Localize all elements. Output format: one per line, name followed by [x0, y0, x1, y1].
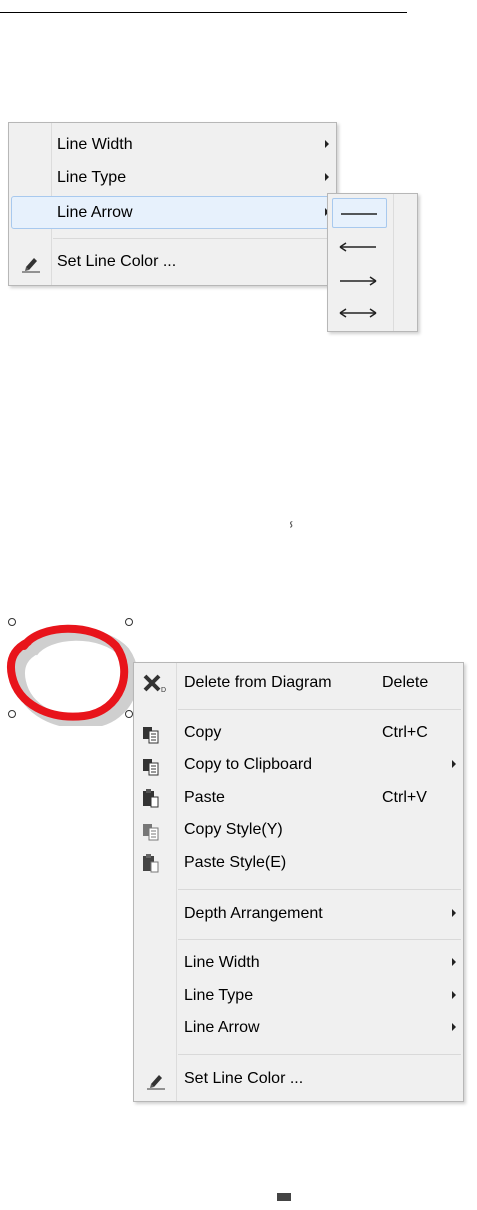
submenu-arrow-icon: [452, 958, 456, 966]
menu-item-copy[interactable]: Copy Ctrl+C: [136, 717, 461, 748]
delete-icon: D: [142, 673, 168, 704]
menu-separator: [178, 1054, 461, 1055]
menu-item-shortcut: Ctrl+C: [382, 724, 428, 741]
menu-separator: [53, 238, 334, 239]
menu-item-delete[interactable]: D Delete from Diagram Delete: [136, 667, 461, 698]
submenu-arrow-icon: [452, 760, 456, 768]
pencil-icon: [146, 1070, 166, 1101]
menu-item-label: Copy: [184, 724, 222, 741]
resize-handle-top-left[interactable]: [8, 618, 16, 626]
menu-item-label: Line Arrow: [184, 1019, 260, 1036]
menu-item-label: Copy to Clipboard: [184, 756, 313, 773]
menu-separator: [178, 889, 461, 890]
submenu-arrow-icon: [325, 173, 329, 181]
menu-item-set-line-color[interactable]: Set Line Color ...: [11, 246, 334, 277]
pencil-icon: [21, 253, 41, 284]
submenu-gutter: [393, 194, 394, 331]
menu-separator: [178, 939, 461, 940]
menu-item-label: Paste Style(E): [184, 854, 287, 871]
menu-item-line-type[interactable]: Line Type: [11, 162, 334, 193]
submenu-arrow-icon: [452, 909, 456, 917]
arrow-right-icon: [338, 274, 378, 292]
menu-item-depth-arrangement[interactable]: Depth Arrangement: [136, 898, 461, 929]
menu-item-line-width[interactable]: Line Width: [136, 947, 461, 978]
menu-item-label: Line Type: [184, 987, 254, 1004]
arrow-option-start[interactable]: [332, 232, 387, 262]
menu-item-line-type[interactable]: Line Type: [136, 980, 461, 1011]
menu-item-label: Line Width: [57, 136, 133, 153]
menu-item-shortcut: Ctrl+V: [382, 789, 427, 806]
menu-item-copy-style[interactable]: Copy Style(Y): [136, 814, 461, 845]
svg-text:D: D: [161, 687, 166, 693]
line-icon: [339, 207, 379, 225]
line-arrow-submenu: [327, 193, 418, 332]
menu-item-paste-style[interactable]: Paste Style(E): [136, 847, 461, 878]
menu-item-line-arrow[interactable]: Line Arrow: [11, 196, 334, 229]
arrow-both-icon: [338, 306, 378, 324]
menu-item-paste[interactable]: Paste Ctrl+V: [136, 782, 461, 813]
resize-handle-bottom-left[interactable]: [8, 710, 16, 718]
menu-item-label: Line Width: [184, 954, 260, 971]
resize-handle-bottom-right[interactable]: [125, 710, 133, 718]
resize-handle-top-right[interactable]: [125, 618, 133, 626]
arrow-left-icon: [338, 240, 378, 258]
menu-item-shortcut: Delete: [382, 674, 429, 691]
paste-style-icon: [142, 853, 160, 884]
menu-item-line-arrow[interactable]: Line Arrow: [136, 1012, 461, 1043]
submenu-arrow-icon: [452, 1023, 456, 1031]
menu-item-label: Set Line Color ...: [184, 1070, 304, 1087]
menu-item-label: Copy Style(Y): [184, 821, 283, 838]
menu-separator: [178, 709, 461, 710]
freehand-ellipse-shape[interactable]: [4, 616, 144, 726]
submenu-arrow-icon: [325, 140, 329, 148]
menu-item-label: Delete from Diagram: [184, 674, 332, 691]
line-context-menu: Line Width Line Type Line Arrow Set Line…: [8, 122, 337, 286]
submenu-arrow-icon: [452, 991, 456, 999]
menu-item-label: Set Line Color ...: [57, 253, 177, 270]
menu-item-label: Paste: [184, 789, 225, 806]
arrow-option-none[interactable]: [332, 198, 387, 228]
menu-item-label: Depth Arrangement: [184, 905, 323, 922]
top-rule: [0, 12, 407, 13]
shape-context-menu: D Delete from Diagram Delete Copy Ctrl+C…: [133, 662, 464, 1102]
menu-item-set-line-color[interactable]: Set Line Color ...: [136, 1063, 461, 1094]
arrow-option-both[interactable]: [332, 298, 387, 328]
menu-item-label: Line Type: [57, 169, 127, 186]
cursor-glyph: ⸯ: [286, 523, 297, 543]
menu-item-line-width[interactable]: Line Width: [11, 129, 334, 160]
arrow-option-end[interactable]: [332, 266, 387, 296]
menu-item-label: Line Arrow: [57, 204, 133, 221]
menu-item-copy-to-clipboard[interactable]: Copy to Clipboard: [136, 749, 461, 780]
small-marker: [277, 1193, 291, 1201]
